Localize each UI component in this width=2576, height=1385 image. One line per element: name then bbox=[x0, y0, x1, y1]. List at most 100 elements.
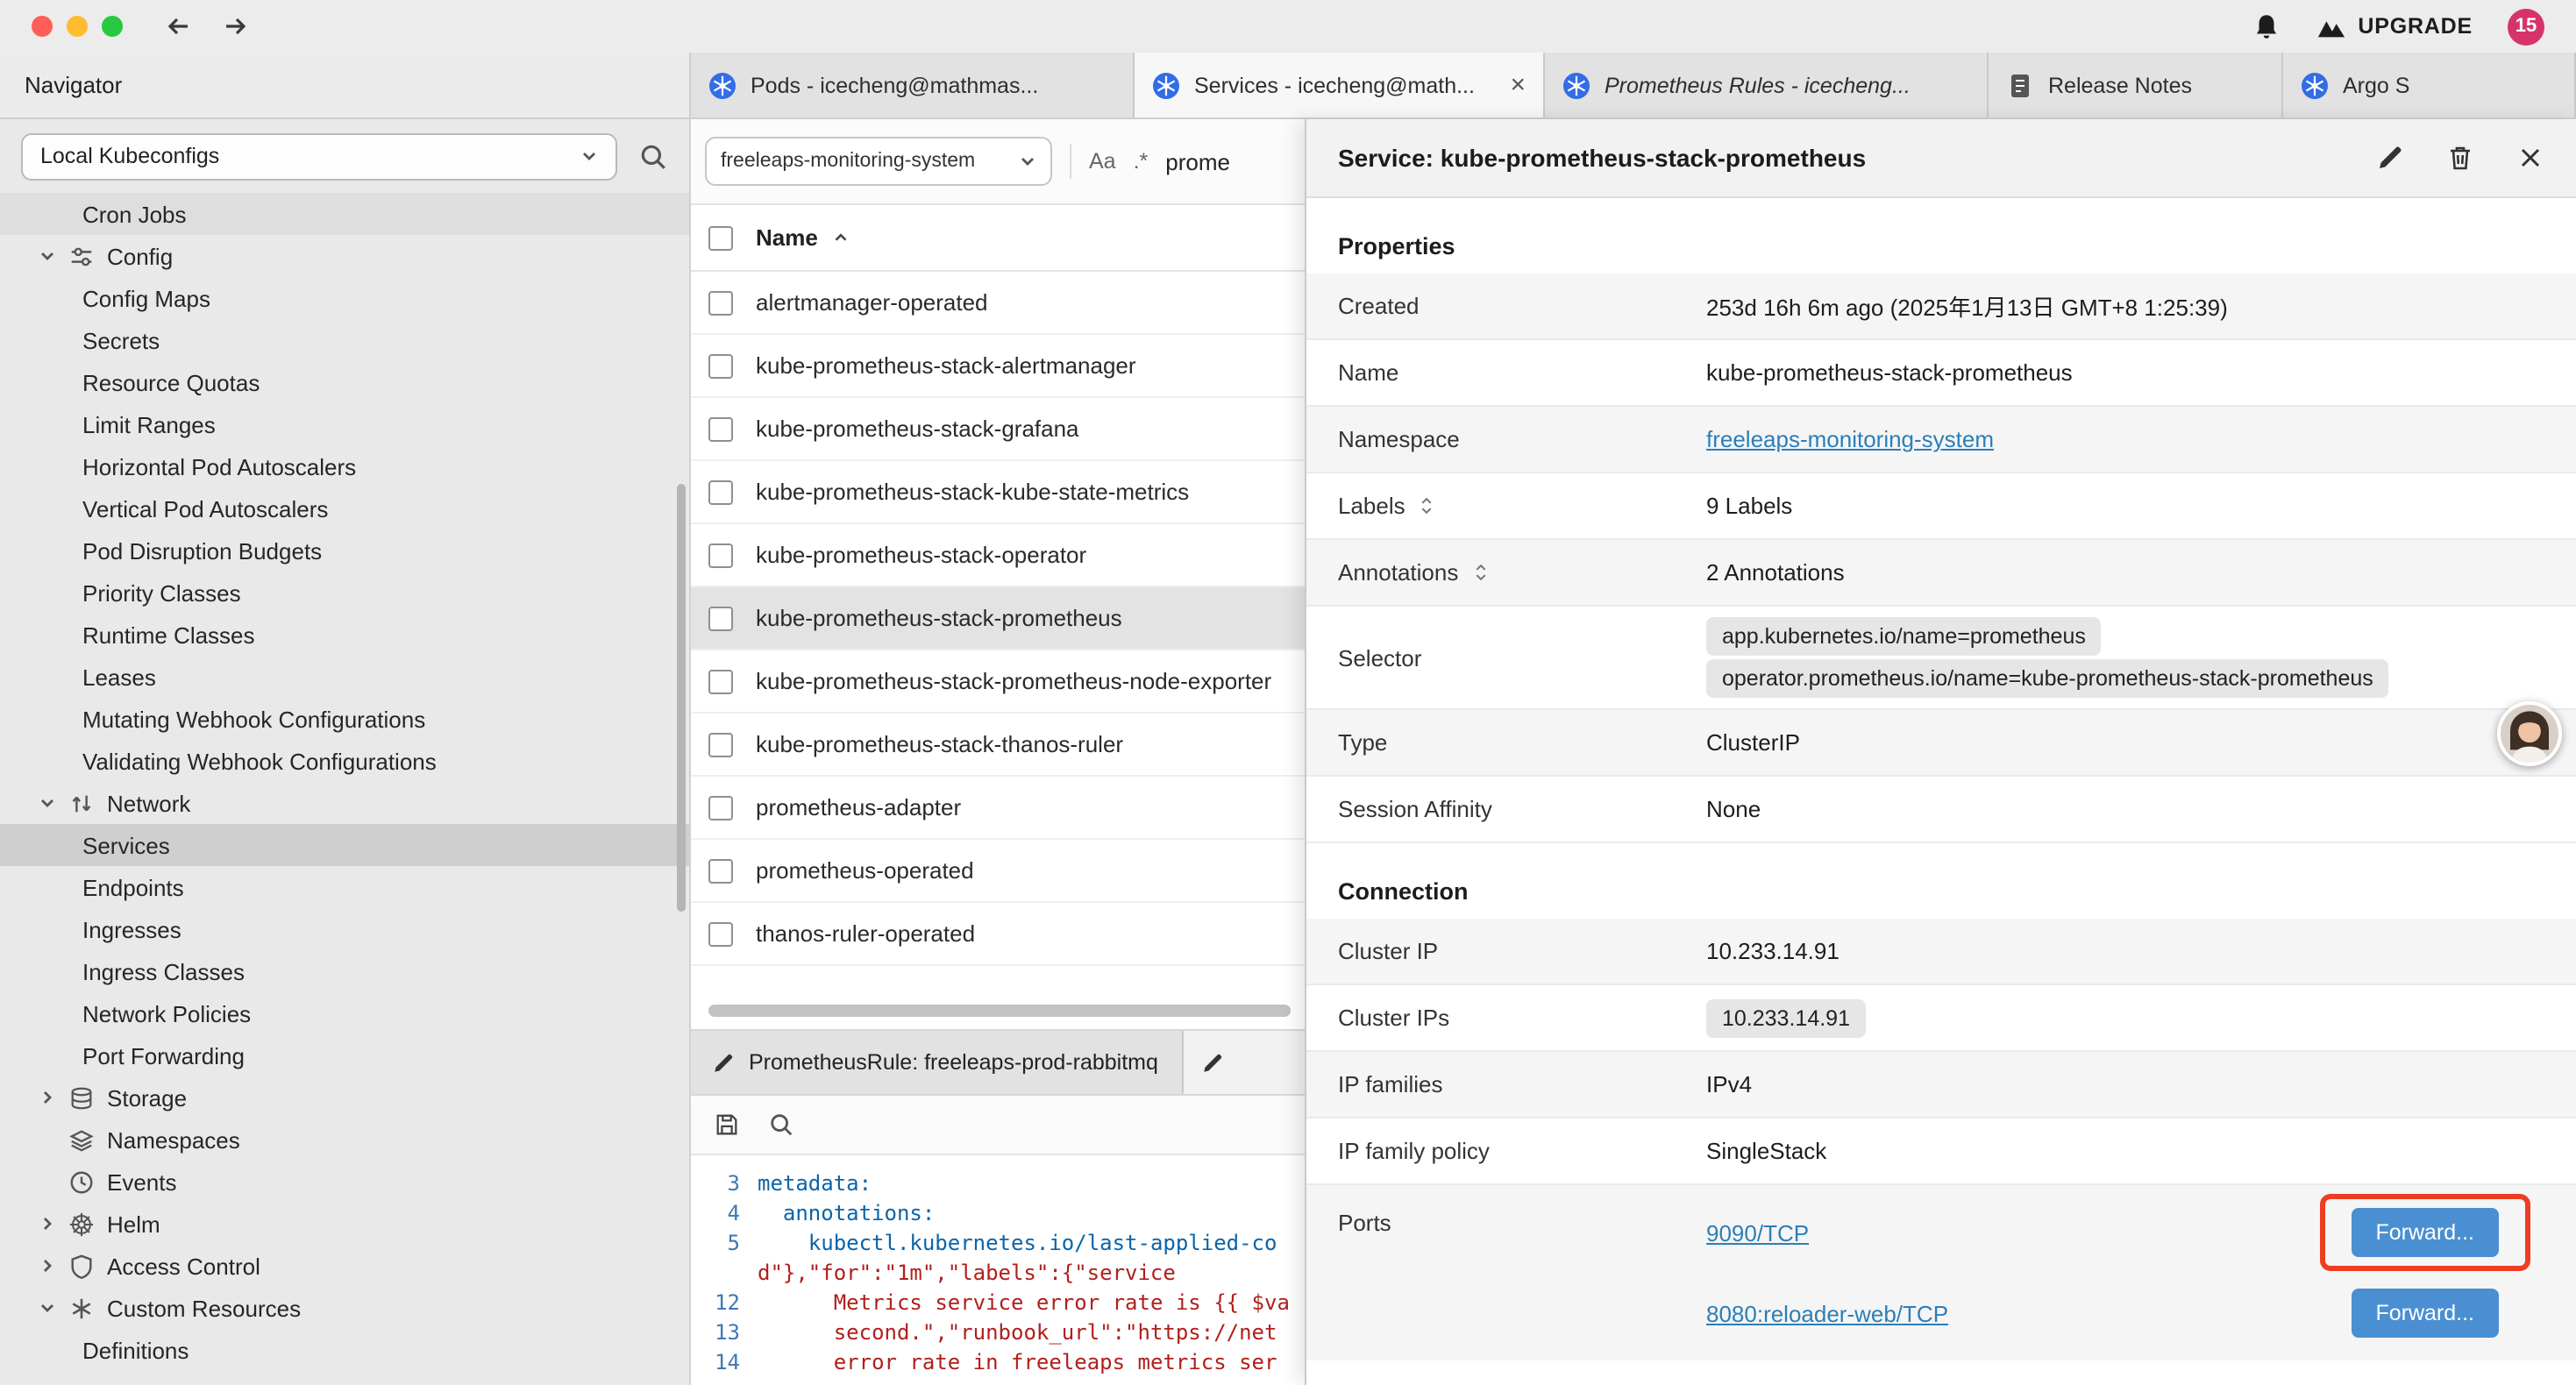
row-checkbox[interactable] bbox=[708, 921, 733, 946]
namespace-link[interactable]: freeleaps-monitoring-system bbox=[1706, 426, 1994, 452]
row-checkbox[interactable] bbox=[708, 795, 733, 820]
sidebar-item-leases[interactable]: Leases bbox=[0, 656, 689, 698]
sidebar-item-resource-quotas[interactable]: Resource Quotas bbox=[0, 361, 689, 403]
sidebar-item-config[interactable]: Config bbox=[0, 235, 689, 277]
sidebar-item-secrets[interactable]: Secrets bbox=[0, 319, 689, 361]
close-window-button[interactable] bbox=[32, 16, 53, 37]
sidebar-search-icon[interactable] bbox=[638, 141, 668, 171]
table-row[interactable]: kube-prometheus-stack-prometheus-node-ex… bbox=[691, 650, 1305, 714]
expand-toggle-icon[interactable] bbox=[1418, 496, 1437, 515]
sidebar-scrollbar[interactable] bbox=[677, 484, 686, 912]
row-checkbox[interactable] bbox=[708, 858, 733, 883]
expand-toggle-icon[interactable] bbox=[1470, 563, 1490, 582]
match-case-toggle[interactable]: Aa bbox=[1089, 149, 1116, 174]
sidebar-item-events[interactable]: Events bbox=[0, 1161, 689, 1203]
back-icon[interactable] bbox=[165, 12, 193, 40]
row-checkbox[interactable] bbox=[708, 290, 733, 315]
notification-count-badge[interactable]: 15 bbox=[2508, 8, 2544, 45]
tab-pods-icecheng-mathmas[interactable]: Pods - icecheng@mathmas... bbox=[691, 53, 1135, 117]
edit-icon[interactable] bbox=[2376, 144, 2404, 172]
table-row[interactable]: prometheus-adapter bbox=[691, 777, 1305, 840]
table-row[interactable]: kube-prometheus-stack-kube-state-metrics bbox=[691, 461, 1305, 524]
detail-label: IP family policy bbox=[1338, 1138, 1706, 1164]
sidebar-item-endpoints[interactable]: Endpoints bbox=[0, 866, 689, 908]
horizontal-scrollbar[interactable] bbox=[708, 1005, 1291, 1017]
sidebar-item-ingress-classes[interactable]: Ingress Classes bbox=[0, 950, 689, 992]
toolbar-divider bbox=[1070, 144, 1071, 179]
row-checkbox[interactable] bbox=[708, 732, 733, 756]
delete-icon[interactable] bbox=[2446, 144, 2474, 172]
select-all-checkbox[interactable] bbox=[708, 225, 733, 250]
chip-line: 10.233.14.91 bbox=[1706, 998, 2544, 1037]
sidebar-item-runtime-classes[interactable]: Runtime Classes bbox=[0, 614, 689, 656]
close-tab-icon[interactable]: × bbox=[1503, 72, 1526, 98]
detail-label: Session Affinity bbox=[1338, 796, 1706, 822]
sidebar-item-custom-resources[interactable]: Custom Resources bbox=[0, 1287, 689, 1329]
sidebar-item-helm[interactable]: Helm bbox=[0, 1203, 689, 1245]
row-checkbox[interactable] bbox=[708, 606, 733, 630]
namespace-select[interactable]: freeleaps-monitoring-system bbox=[705, 137, 1052, 186]
sidebar-item-services[interactable]: Services bbox=[0, 824, 689, 866]
sidebar-item-horizontal-pod-autoscalers[interactable]: Horizontal Pod Autoscalers bbox=[0, 445, 689, 487]
navigator-tree: Cron JobsConfigConfig MapsSecrets Resourc… bbox=[0, 193, 689, 1385]
upgrade-button[interactable]: UPGRADE bbox=[2316, 11, 2473, 41]
forward-button[interactable]: Forward... bbox=[2351, 1289, 2499, 1338]
sidebar-item-pod-disruption-budgets[interactable]: Pod Disruption Budgets bbox=[0, 529, 689, 572]
sidebar-item-access-control[interactable]: Access Control bbox=[0, 1245, 689, 1287]
sidebar-item-network[interactable]: Network bbox=[0, 782, 689, 824]
tab-release-notes[interactable]: Release Notes bbox=[1989, 53, 2283, 117]
tab-services-icecheng-math[interactable]: Services - icecheng@math...× bbox=[1135, 53, 1545, 117]
service-name: kube-prometheus-stack-thanos-ruler bbox=[756, 731, 1123, 757]
user-avatar[interactable] bbox=[2497, 701, 2562, 766]
dock-tab-prometheusrule[interactable]: PrometheusRule: freeleaps-prod-rabbitmq bbox=[691, 1031, 1185, 1094]
tab-prometheus-rules-icecheng[interactable]: Prometheus Rules - icecheng... bbox=[1545, 53, 1989, 117]
sidebar-item-ingresses[interactable]: Ingresses bbox=[0, 908, 689, 950]
table-row[interactable]: kube-prometheus-stack-prometheus bbox=[691, 587, 1305, 650]
regex-toggle[interactable]: .* bbox=[1134, 149, 1149, 174]
events-icon bbox=[68, 1168, 95, 1195]
row-checkbox[interactable] bbox=[708, 479, 733, 504]
sidebar-item-mutating-webhook-configurations[interactable]: Mutating Webhook Configurations bbox=[0, 698, 689, 740]
editor-search-icon[interactable] bbox=[768, 1112, 794, 1138]
sidebar-item-vertical-pod-autoscalers[interactable]: Vertical Pod Autoscalers bbox=[0, 487, 689, 529]
minimize-window-button[interactable] bbox=[67, 16, 88, 37]
row-checkbox[interactable] bbox=[708, 353, 733, 378]
row-checkbox[interactable] bbox=[708, 669, 733, 693]
sidebar-item-limit-ranges[interactable]: Limit Ranges bbox=[0, 403, 689, 445]
detail-row-created: Created253d 16h 6m ago (2025年1月13日 GMT+8… bbox=[1306, 273, 2576, 340]
table-row[interactable]: kube-prometheus-stack-grafana bbox=[691, 398, 1305, 461]
sidebar-item-network-policies[interactable]: Network Policies bbox=[0, 992, 689, 1034]
port-link[interactable]: 8080:reloader-web/TCP bbox=[1706, 1300, 1948, 1326]
sidebar-item-label: Resource Quotas bbox=[82, 369, 260, 395]
column-header-name[interactable]: Name bbox=[756, 224, 851, 251]
tab-argo-s[interactable]: Argo S bbox=[2283, 53, 2576, 117]
yaml-editor[interactable]: 3metadata:4 annotations:5 kubectl.kubern… bbox=[691, 1155, 1305, 1385]
detail-value: 10.233.14.91 bbox=[1706, 988, 2544, 1048]
sidebar-item-definitions[interactable]: Definitions bbox=[0, 1329, 689, 1371]
row-checkbox[interactable] bbox=[708, 416, 733, 441]
forward-icon[interactable] bbox=[221, 12, 249, 40]
kubeconfig-select[interactable]: Local Kubeconfigs bbox=[21, 132, 617, 180]
table-row[interactable]: kube-prometheus-stack-alertmanager bbox=[691, 335, 1305, 398]
sidebar-item-storage[interactable]: Storage bbox=[0, 1076, 689, 1119]
sidebar-item-config-maps[interactable]: Config Maps bbox=[0, 277, 689, 319]
maximize-window-button[interactable] bbox=[102, 16, 123, 37]
save-icon[interactable] bbox=[714, 1112, 740, 1138]
sidebar-item-cron-jobs[interactable]: Cron Jobs bbox=[0, 193, 689, 235]
table-row[interactable]: kube-prometheus-stack-thanos-ruler bbox=[691, 714, 1305, 777]
table-row[interactable]: thanos-ruler-operated bbox=[691, 903, 1305, 966]
dock-tab-partial[interactable] bbox=[1185, 1031, 1305, 1094]
row-checkbox[interactable] bbox=[708, 543, 733, 567]
table-row[interactable]: alertmanager-operated bbox=[691, 272, 1305, 335]
search-input[interactable] bbox=[1165, 148, 1288, 174]
close-panel-icon[interactable] bbox=[2516, 144, 2544, 172]
port-link[interactable]: 9090/TCP bbox=[1706, 1219, 1809, 1246]
forward-button[interactable]: Forward... bbox=[2351, 1208, 2499, 1257]
sidebar-item-validating-webhook-configurations[interactable]: Validating Webhook Configurations bbox=[0, 740, 689, 782]
table-row[interactable]: prometheus-operated bbox=[691, 840, 1305, 903]
table-row[interactable]: kube-prometheus-stack-operator bbox=[691, 524, 1305, 587]
sidebar-item-port-forwarding[interactable]: Port Forwarding bbox=[0, 1034, 689, 1076]
sidebar-item-priority-classes[interactable]: Priority Classes bbox=[0, 572, 689, 614]
sidebar-item-namespaces[interactable]: Namespaces bbox=[0, 1119, 689, 1161]
notifications-bell-icon[interactable] bbox=[2251, 11, 2281, 41]
